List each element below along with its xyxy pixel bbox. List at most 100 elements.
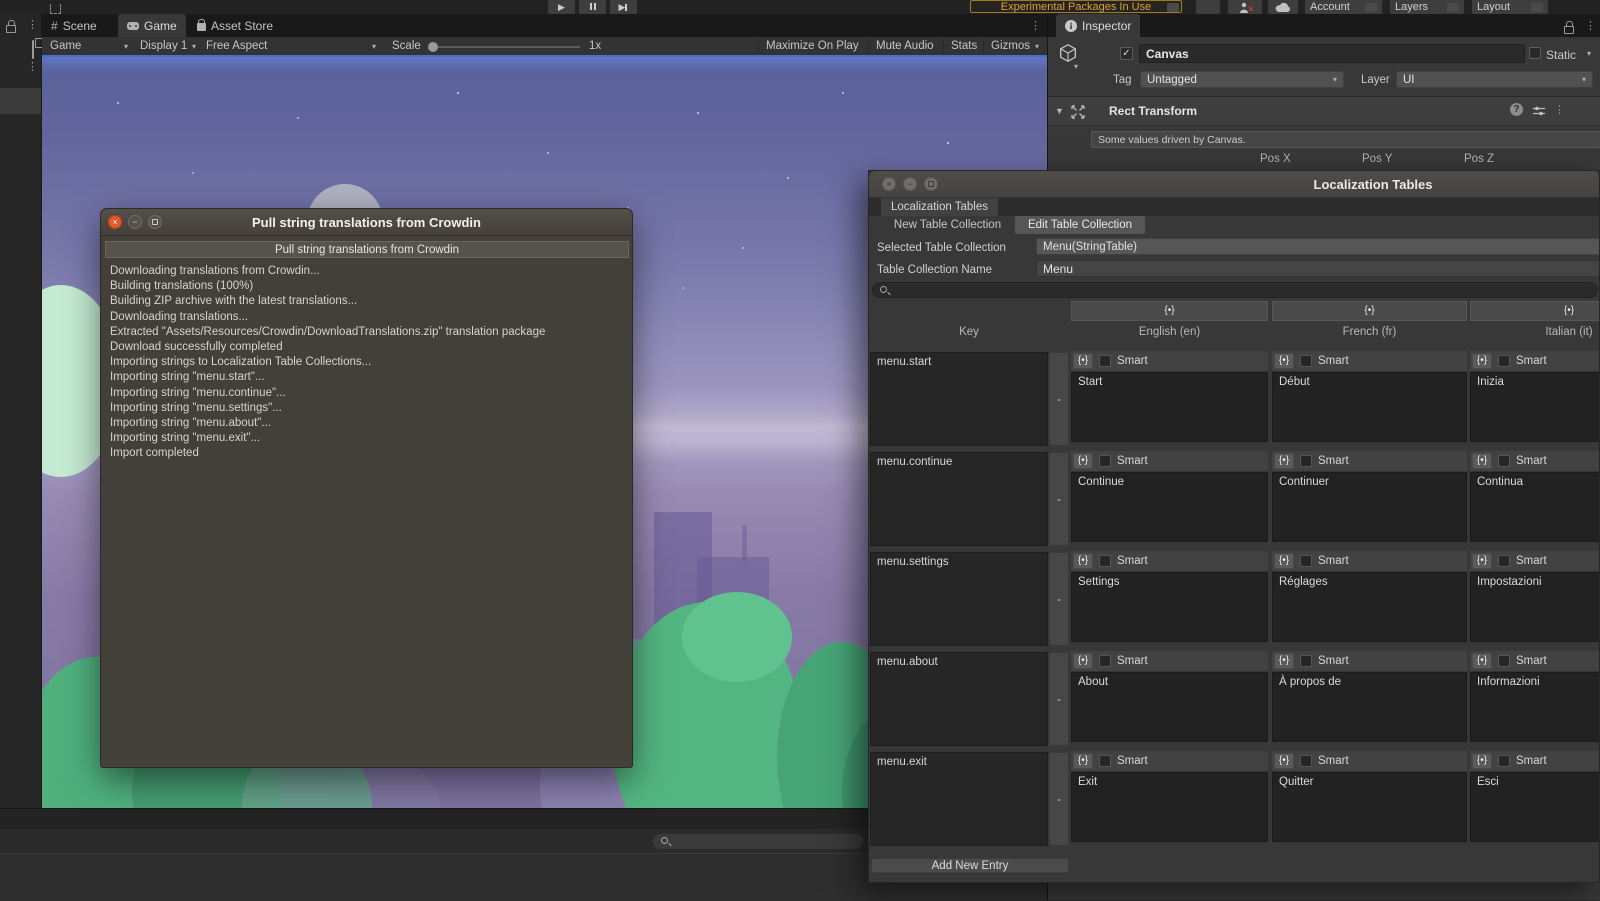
add-new-entry-button[interactable]: Add New Entry bbox=[871, 858, 1069, 873]
entry-key-field[interactable]: menu.exit bbox=[870, 752, 1048, 846]
gizmos-dropdown[interactable]: Gizmos ▾ bbox=[987, 37, 1043, 55]
entry-key-field[interactable]: menu.settings bbox=[870, 552, 1048, 646]
column-settings-button[interactable] bbox=[1272, 301, 1467, 321]
maximize-icon[interactable] bbox=[924, 177, 938, 191]
metadata-button[interactable] bbox=[1274, 353, 1294, 369]
smart-checkbox[interactable] bbox=[1300, 355, 1312, 367]
preview-packages-button[interactable] bbox=[1196, 0, 1220, 14]
translation-text[interactable]: Continuer bbox=[1272, 472, 1467, 542]
collab-button[interactable]: × bbox=[1228, 0, 1262, 14]
smart-checkbox[interactable] bbox=[1099, 555, 1111, 567]
window-restore-icon[interactable] bbox=[32, 40, 34, 59]
table-search-input[interactable] bbox=[872, 282, 1598, 298]
smart-checkbox[interactable] bbox=[1498, 455, 1510, 467]
smart-checkbox[interactable] bbox=[1099, 355, 1111, 367]
object-name-field[interactable]: Canvas bbox=[1139, 44, 1525, 63]
game-target-dropdown[interactable]: Game ▾ bbox=[46, 37, 132, 55]
static-caret-icon[interactable]: ▾ bbox=[1587, 49, 1591, 58]
metadata-button[interactable] bbox=[1472, 553, 1492, 569]
cloud-button[interactable] bbox=[1268, 0, 1298, 14]
tab-inspector[interactable]: i Inspector bbox=[1056, 14, 1141, 37]
metadata-button[interactable] bbox=[1073, 553, 1093, 569]
mute-audio-toggle[interactable]: Mute Audio bbox=[872, 37, 938, 55]
language-column-header[interactable]: English (en) bbox=[1071, 324, 1268, 340]
translation-text[interactable]: Impostazioni bbox=[1470, 572, 1599, 642]
step-button[interactable]: ▶ bbox=[610, 0, 637, 14]
translation-text[interactable]: Settings bbox=[1071, 572, 1268, 642]
play-button[interactable]: ▶ bbox=[548, 0, 575, 14]
minimize-icon[interactable]: − bbox=[903, 177, 917, 191]
metadata-button[interactable] bbox=[1472, 353, 1492, 369]
column-settings-button[interactable] bbox=[1071, 301, 1268, 321]
metadata-button[interactable] bbox=[1274, 553, 1294, 569]
metadata-button[interactable] bbox=[1073, 453, 1093, 469]
smart-checkbox[interactable] bbox=[1099, 455, 1111, 467]
metadata-button[interactable] bbox=[1274, 653, 1294, 669]
smart-checkbox[interactable] bbox=[1498, 555, 1510, 567]
stats-toggle[interactable]: Stats bbox=[947, 37, 981, 55]
remove-entry-button[interactable]: - bbox=[1049, 652, 1069, 746]
kebab-menu-icon[interactable]: ⋮ bbox=[1554, 105, 1565, 116]
translation-text[interactable]: Réglages bbox=[1272, 572, 1467, 642]
smart-checkbox[interactable] bbox=[1099, 655, 1111, 667]
language-column-header[interactable]: Italian (it) bbox=[1470, 324, 1599, 340]
table-collection-name-input[interactable]: Menu bbox=[1036, 260, 1599, 277]
edit-table-collection-tab[interactable]: Edit Table Collection bbox=[1015, 216, 1145, 234]
remove-entry-button[interactable]: - bbox=[1049, 452, 1069, 546]
translation-text[interactable]: Start bbox=[1071, 372, 1268, 442]
translation-text[interactable]: Esci bbox=[1470, 772, 1599, 842]
gameobject-cube-icon[interactable] bbox=[1057, 42, 1079, 64]
metadata-button[interactable] bbox=[1472, 753, 1492, 769]
entry-key-field[interactable]: menu.start bbox=[870, 352, 1048, 446]
smart-checkbox[interactable] bbox=[1300, 555, 1312, 567]
presets-icon[interactable] bbox=[1532, 105, 1546, 117]
lock-icon[interactable] bbox=[1564, 21, 1574, 34]
experimental-dropdown[interactable] bbox=[1167, 3, 1179, 12]
foldout-triangle-icon[interactable]: ▼ bbox=[1055, 106, 1064, 116]
smart-checkbox[interactable] bbox=[1498, 355, 1510, 367]
scale-slider-track[interactable] bbox=[430, 46, 580, 48]
tab-scene[interactable]: # Scene bbox=[42, 14, 106, 37]
layer-dropdown[interactable]: UI ▾ bbox=[1396, 71, 1593, 88]
translation-text[interactable]: Continua bbox=[1470, 472, 1599, 542]
translation-text[interactable]: About bbox=[1071, 672, 1268, 742]
smart-checkbox[interactable] bbox=[1099, 755, 1111, 767]
metadata-button[interactable] bbox=[1073, 753, 1093, 769]
collapsed-panel-tab[interactable] bbox=[0, 88, 41, 114]
kebab-menu-icon[interactable]: ⋮ bbox=[1585, 21, 1596, 32]
remove-entry-button[interactable]: - bbox=[1049, 352, 1069, 446]
lock-icon[interactable] bbox=[6, 20, 16, 33]
tab-asset-store[interactable]: Asset Store bbox=[188, 14, 282, 37]
aspect-dropdown[interactable]: Free Aspect ▾ bbox=[202, 37, 380, 55]
active-checkbox[interactable]: ✓ bbox=[1120, 47, 1133, 60]
translation-text[interactable]: Inizia bbox=[1470, 372, 1599, 442]
account-dropdown[interactable]: Account bbox=[1305, 0, 1382, 14]
metadata-button[interactable] bbox=[1073, 353, 1093, 369]
layers-dropdown[interactable]: Layers bbox=[1390, 0, 1464, 14]
smart-checkbox[interactable] bbox=[1498, 655, 1510, 667]
layout-dropdown[interactable]: Layout bbox=[1472, 0, 1548, 14]
kebab-menu-icon[interactable]: ⋮ bbox=[27, 62, 38, 73]
translation-text[interactable]: Informazioni bbox=[1470, 672, 1599, 742]
language-column-header[interactable]: French (fr) bbox=[1272, 324, 1467, 340]
search-input[interactable] bbox=[652, 833, 864, 850]
tab-localization-tables[interactable]: Localization Tables bbox=[881, 198, 998, 216]
translation-text[interactable]: Exit bbox=[1071, 772, 1268, 842]
metadata-button[interactable] bbox=[1073, 653, 1093, 669]
translation-text[interactable]: Début bbox=[1272, 372, 1467, 442]
gameobject-caret-icon[interactable]: ▾ bbox=[1074, 62, 1078, 71]
experimental-packages-warning[interactable]: Experimental Packages In Use bbox=[970, 0, 1182, 13]
pull-translations-button[interactable]: Pull string translations from Crowdin bbox=[105, 241, 629, 258]
help-icon[interactable]: ? bbox=[1510, 103, 1523, 116]
translation-text[interactable]: À propos de bbox=[1272, 672, 1467, 742]
metadata-button[interactable] bbox=[1274, 453, 1294, 469]
game-panel-menu-icon[interactable]: ⋮ bbox=[1030, 21, 1041, 32]
rect-tool-icon[interactable] bbox=[50, 4, 61, 14]
entry-key-field[interactable]: menu.about bbox=[870, 652, 1048, 746]
remove-entry-button[interactable]: - bbox=[1049, 552, 1069, 646]
smart-checkbox[interactable] bbox=[1300, 755, 1312, 767]
static-checkbox[interactable] bbox=[1529, 47, 1541, 59]
kebab-menu-icon[interactable]: ⋮ bbox=[27, 20, 38, 31]
rect-transform-header[interactable]: ▼ Rect Transform ? ⋮ bbox=[1048, 96, 1600, 126]
metadata-button[interactable] bbox=[1274, 753, 1294, 769]
